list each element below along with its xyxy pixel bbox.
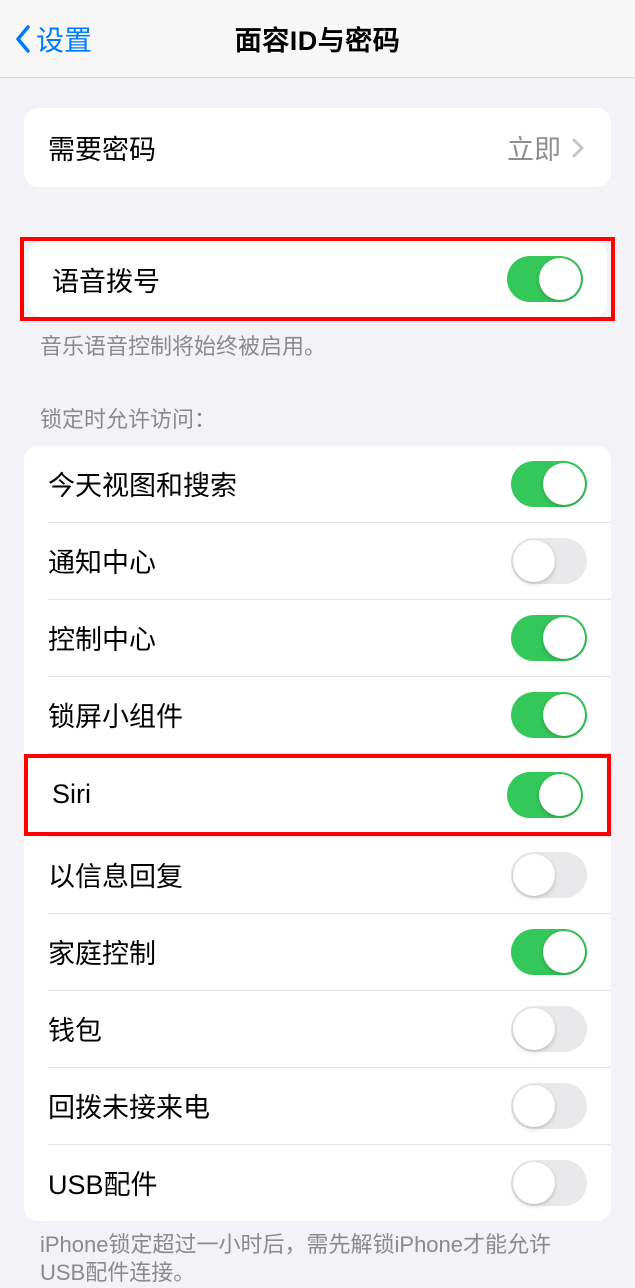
back-button[interactable]: 设置 (12, 19, 92, 59)
lock-access-label: 回拨未接来电 (48, 1086, 210, 1125)
lock-access-toggle--[interactable] (511, 1006, 587, 1052)
lock-access-row-siri: Siri (24, 754, 611, 836)
lock-access-row--: 钱包 (24, 991, 611, 1067)
navigation-bar: 设置 面容ID与密码 (0, 0, 635, 78)
chevron-right-icon (569, 135, 587, 161)
lock-access-row--: 今天视图和搜索 (24, 446, 611, 522)
lock-access-label: Siri (52, 779, 91, 810)
require-passcode-label: 需要密码 (48, 128, 156, 167)
lock-access-label: 锁屏小组件 (48, 695, 183, 734)
lock-access-toggle--[interactable] (511, 692, 587, 738)
voice-dial-label: 语音拨号 (52, 260, 160, 299)
require-passcode-value: 立即 (507, 128, 561, 167)
lock-access-toggle-usb-[interactable] (511, 1160, 587, 1206)
lock-access-toggle--[interactable] (511, 615, 587, 661)
lock-access-toggle--[interactable] (511, 538, 587, 584)
chevron-left-icon (12, 22, 34, 56)
lock-access-toggle-siri[interactable] (507, 772, 583, 818)
lock-access-row--: 控制中心 (24, 600, 611, 676)
lock-access-label: 今天视图和搜索 (48, 464, 237, 503)
page-title: 面容ID与密码 (235, 19, 401, 58)
lock-access-row-usb-: USB配件 (24, 1145, 611, 1221)
lock-access-toggle--[interactable] (511, 929, 587, 975)
passcode-group: 需要密码 立即 (24, 108, 611, 187)
lock-access-row--: 回拨未接来电 (24, 1068, 611, 1144)
voice-dial-group: 语音拨号 (28, 241, 607, 317)
lock-access-row--: 锁屏小组件 (24, 677, 611, 753)
lock-access-label: 控制中心 (48, 618, 156, 657)
lock-access-row--: 家庭控制 (24, 914, 611, 990)
highlight-voice-dial: 语音拨号 (20, 237, 615, 321)
lock-access-label: USB配件 (48, 1163, 158, 1202)
lock-access-header: 锁定时允许访问： (0, 362, 635, 446)
lock-access-label: 家庭控制 (48, 932, 156, 971)
lock-access-group: 今天视图和搜索通知中心控制中心锁屏小组件 Siri 以信息回复家庭控制钱包回拨未接来… (24, 446, 611, 1221)
lock-access-toggle--[interactable] (511, 1083, 587, 1129)
lock-access-label: 钱包 (48, 1009, 102, 1048)
voice-dial-row: 语音拨号 (28, 241, 607, 317)
require-passcode-row[interactable]: 需要密码 立即 (24, 108, 611, 187)
usb-footer: iPhone锁定超过一小时后，需先解锁iPhone才能允许USB配件连接。 (0, 1221, 635, 1288)
voice-dial-toggle[interactable] (507, 256, 583, 302)
voice-dial-footer: 音乐语音控制将始终被启用。 (0, 321, 635, 362)
lock-access-label: 以信息回复 (48, 855, 183, 894)
lock-access-toggle--[interactable] (511, 852, 587, 898)
lock-access-toggle--[interactable] (511, 461, 587, 507)
back-label: 设置 (36, 19, 92, 59)
lock-access-row--: 通知中心 (24, 523, 611, 599)
lock-access-label: 通知中心 (48, 541, 156, 580)
lock-access-row--: 以信息回复 (24, 837, 611, 913)
